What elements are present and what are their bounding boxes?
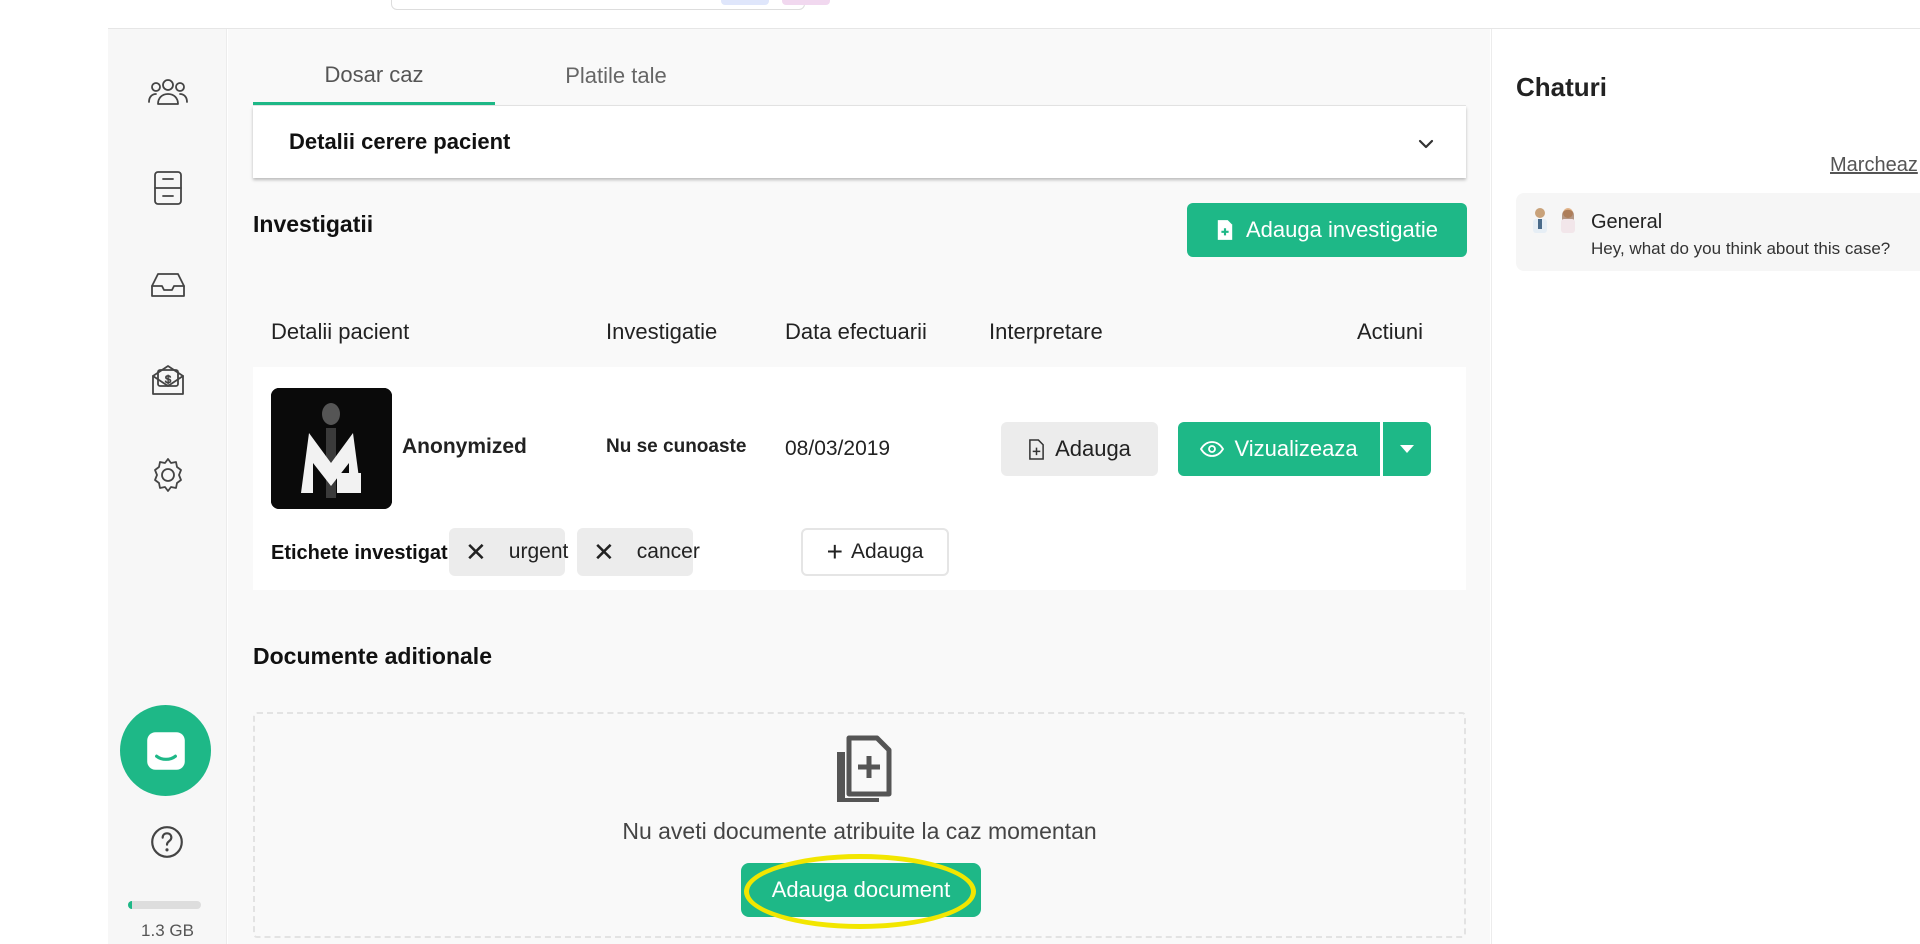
add-tag-label: Adauga [850, 540, 924, 563]
add-tag-button[interactable]: + Adauga [801, 528, 949, 576]
investigation-name: Nu se cunoaste [606, 436, 747, 457]
view-investigation-button[interactable]: Vizualizeaza [1178, 422, 1380, 476]
tab-platile-tale[interactable]: Platile tale [495, 47, 737, 105]
payments-icon[interactable]: $ [140, 351, 196, 407]
file-add-icon [1217, 220, 1233, 240]
patient-request-accordion[interactable]: Detalii cerere pacient [253, 106, 1466, 178]
investigation-date: 08/03/2019 [785, 437, 891, 460]
column-header: Actiuni [1357, 319, 1424, 344]
storage-progress-fill [128, 901, 132, 909]
tag-urgent: ✕ urgent [449, 528, 568, 576]
table-row: Anonymized Nu se cunoaste 08/03/2019 Ada… [253, 367, 1466, 590]
storage-progress-bar [128, 901, 201, 909]
tags-label: Etichete investigatie: [271, 542, 472, 564]
help-icon[interactable] [144, 819, 190, 865]
add-interpretation-label: Adauga [1055, 436, 1131, 461]
copy-add-icon [837, 735, 892, 802]
add-investigation-button[interactable]: Adauga investigatie [1187, 203, 1467, 257]
tag-label: urgent [508, 540, 569, 563]
users-icon[interactable] [140, 65, 196, 121]
tab-dosar-caz[interactable]: Dosar caz [253, 47, 495, 105]
chat-preview: Hey, what do you think about this case? [1591, 239, 1891, 258]
column-header: Data efectuarii [785, 319, 927, 344]
column-header: Detalii pacient [271, 319, 410, 344]
view-investigation-label: Vizualizeaza [1234, 436, 1358, 461]
inbox-icon[interactable] [140, 256, 196, 312]
empty-documents-message: Nu aveti documente atribuite la caz mome… [622, 818, 1097, 844]
storage-label: 1.3 GB [141, 921, 194, 940]
documents-title: Documente aditionale [253, 643, 492, 669]
mark-read-link[interactable]: Marcheaz [1830, 154, 1918, 177]
remove-tag-icon[interactable]: ✕ [593, 537, 615, 568]
archive-icon[interactable] [140, 160, 196, 216]
header-chip[interactable] [782, 0, 830, 5]
add-investigation-label: Adauga investigatie [1245, 217, 1439, 242]
patient-thumbnail[interactable] [271, 388, 392, 509]
chevron-down-icon [1418, 139, 1434, 149]
chats-title: Chaturi [1516, 72, 1607, 102]
accordion-title: Detalii cerere pacient [289, 129, 511, 154]
file-add-icon [1029, 438, 1044, 460]
eye-icon [1200, 441, 1225, 457]
tag-label: cancer [636, 540, 700, 563]
documents-dropzone[interactable]: Nu aveti documente atribuite la caz mome… [253, 712, 1466, 938]
column-header: Investigatie [606, 319, 718, 344]
tab-bar: Dosar caz Platile tale [253, 47, 737, 105]
header-chip[interactable] [721, 0, 769, 5]
plus-icon: + [826, 536, 843, 567]
sidebar: $ 1.3 GB [108, 29, 227, 944]
chats-panel: Chaturi Marcheaz General Hey, what do yo… [1491, 29, 1920, 944]
chat-launcher-button[interactable] [120, 705, 211, 796]
top-bar [108, 0, 1920, 29]
chat-name: General [1591, 211, 1663, 233]
investigations-title: Investigatii [253, 211, 374, 237]
column-header: Interpretare [989, 319, 1103, 344]
add-interpretation-button[interactable]: Adauga [1001, 422, 1158, 476]
caret-down-icon [1400, 445, 1414, 453]
chat-item[interactable]: General Hey, what do you think about thi… [1516, 193, 1920, 271]
settings-icon[interactable] [140, 447, 196, 503]
patient-name: Anonymized [402, 435, 527, 458]
tag-cancer: ✕ cancer [577, 528, 700, 576]
doctor-avatar-icon [1561, 208, 1575, 233]
remove-tag-icon[interactable]: ✕ [465, 537, 487, 568]
add-document-button[interactable]: Adauga document [741, 863, 981, 917]
doctor-avatar-icon [1533, 208, 1547, 233]
case-main-panel: Dosar caz Platile tale Detalii cerere pa… [228, 29, 1490, 944]
investigations-table-header: Detalii pacient Investigatie Data efectu… [253, 301, 1466, 361]
view-options-dropdown[interactable] [1383, 422, 1431, 476]
